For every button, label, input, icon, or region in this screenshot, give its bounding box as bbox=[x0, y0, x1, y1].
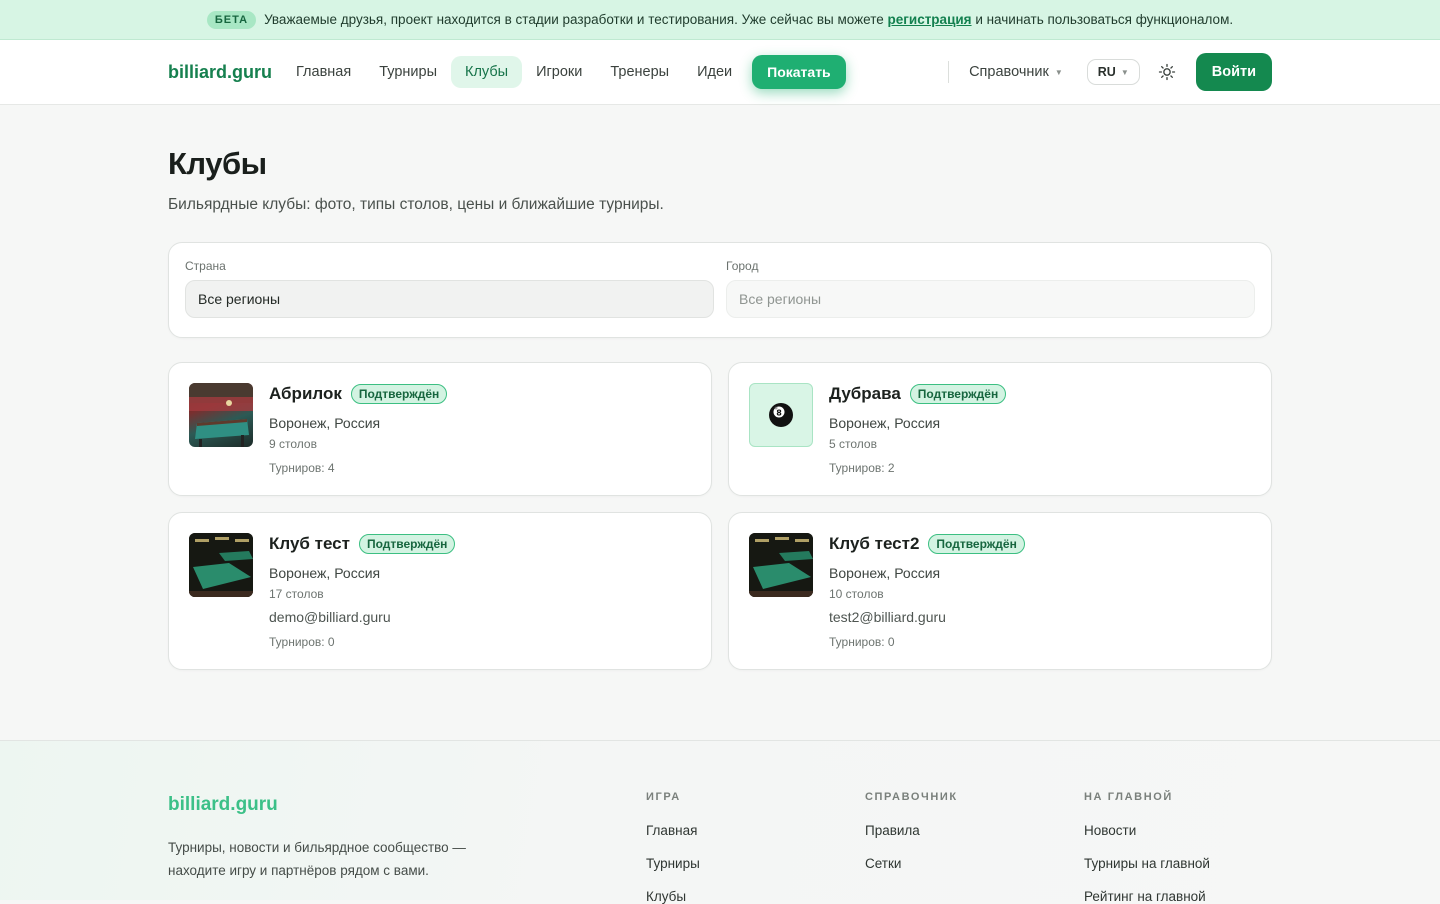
clubs-grid: Абрилок Подтверждён Воронеж, Россия 9 ст… bbox=[168, 362, 1272, 670]
banner-text: Уважаемые друзья, проект находится в ста… bbox=[264, 12, 1233, 27]
club-name: Клуб тест bbox=[269, 534, 350, 553]
city-select[interactable]: Все регионы bbox=[726, 280, 1255, 318]
club-tables-count: 10 столов bbox=[829, 587, 884, 601]
theme-toggle[interactable] bbox=[1154, 59, 1180, 85]
footer-link[interactable]: Турниры bbox=[646, 856, 700, 871]
club-card[interactable]: Клуб тест2 Подтверждён Воронеж, Россия 1… bbox=[728, 512, 1272, 670]
8-ball-icon: 8 bbox=[769, 403, 793, 427]
footer-link[interactable]: Клубы bbox=[646, 889, 700, 904]
nav-players[interactable]: Игроки bbox=[522, 56, 596, 88]
footer-column-title: СПРАВОЧНИК bbox=[865, 791, 958, 803]
country-select[interactable]: Все регионы bbox=[185, 280, 714, 318]
language-select[interactable]: RU ▼ bbox=[1086, 59, 1140, 85]
chevron-down-icon: ▼ bbox=[1054, 67, 1063, 77]
club-card[interactable]: 8 Дубрава Подтверждён Воронеж, Россия 5 … bbox=[728, 362, 1272, 496]
footer-column-title: ИГРА bbox=[646, 791, 681, 803]
play-button[interactable]: Покатать bbox=[752, 55, 846, 89]
club-email[interactable]: demo@billiard.guru bbox=[269, 609, 691, 625]
register-link[interactable]: регистрация bbox=[888, 12, 972, 27]
footer-link[interactable]: Новости bbox=[1084, 823, 1210, 838]
verified-badge: Подтверждён bbox=[358, 534, 456, 554]
beta-badge: БЕТА bbox=[206, 10, 257, 29]
footer-link[interactable]: Главная bbox=[646, 823, 700, 838]
footer-logo[interactable]: billiard.guru bbox=[168, 794, 278, 816]
site-logo[interactable]: billiard.guru bbox=[168, 62, 272, 83]
club-name: Абрилок bbox=[269, 384, 342, 403]
top-header: billiard.guru Главная Турниры Клубы Игро… bbox=[0, 40, 1440, 105]
country-label: Страна bbox=[185, 259, 226, 273]
page-title: Клубы bbox=[168, 146, 267, 181]
country-filter: Страна Все регионы bbox=[185, 259, 714, 321]
club-photo bbox=[189, 533, 253, 597]
club-photo-placeholder: 8 bbox=[749, 383, 813, 447]
club-photo-art bbox=[189, 533, 253, 597]
nav-home[interactable]: Главная bbox=[282, 56, 365, 88]
footer-column-reference: СПРАВОЧНИК Правила Сетки bbox=[865, 791, 958, 871]
club-location: Воронеж, Россия bbox=[269, 565, 381, 581]
city-label: Город bbox=[726, 259, 759, 273]
club-tournaments-count: Турниров: 0 bbox=[829, 635, 895, 649]
footer-link[interactable]: Правила bbox=[865, 823, 958, 838]
login-button[interactable]: Войти bbox=[1195, 53, 1272, 91]
club-location: Воронеж, Россия bbox=[829, 565, 941, 581]
site-footer: billiard.guru Турниры, новости и бильярд… bbox=[0, 740, 1440, 904]
club-photo-art bbox=[189, 383, 253, 447]
banner-text-before: Уважаемые друзья, проект находится в ста… bbox=[264, 12, 884, 27]
banner-text-after: и начинать пользоваться функционалом. bbox=[975, 12, 1234, 27]
club-photo bbox=[189, 383, 253, 447]
verified-badge: Подтверждён bbox=[350, 384, 448, 404]
footer-link[interactable]: Сетки bbox=[865, 856, 958, 871]
nav-tournaments[interactable]: Турниры bbox=[365, 56, 451, 88]
club-tournaments-count: Турниров: 2 bbox=[829, 461, 895, 475]
club-card[interactable]: Абрилок Подтверждён Воронеж, Россия 9 ст… bbox=[168, 362, 712, 496]
filters-panel: Страна Все регионы Город Все регионы bbox=[168, 242, 1272, 338]
beta-banner: БЕТА Уважаемые друзья, проект находится … bbox=[0, 0, 1440, 40]
nav-coaches[interactable]: Тренеры bbox=[596, 56, 683, 88]
footer-column-game: ИГРА Главная Турниры Клубы bbox=[646, 791, 700, 904]
chevron-down-icon: ▼ bbox=[1120, 67, 1129, 77]
main-content: Клубы Бильярдные клубы: фото, типы столо… bbox=[168, 106, 1272, 670]
club-location: Воронеж, Россия bbox=[829, 415, 941, 431]
page-subtitle: Бильярдные клубы: фото, типы столов, цен… bbox=[168, 196, 664, 213]
club-card[interactable]: Клуб тест Подтверждён Воронеж, Россия 17… bbox=[168, 512, 712, 670]
footer-link[interactable]: Рейтинг на главной bbox=[1084, 889, 1210, 904]
header-divider bbox=[948, 61, 950, 83]
verified-badge: Подтверждён bbox=[928, 534, 1025, 554]
club-photo bbox=[749, 533, 813, 597]
club-photo-art bbox=[749, 533, 813, 597]
club-tables-count: 17 столов bbox=[269, 587, 324, 601]
verified-badge: Подтверждён bbox=[909, 384, 1007, 404]
footer-link[interactable]: Турниры на главной bbox=[1084, 856, 1210, 871]
club-tournaments-count: Турниров: 0 bbox=[269, 635, 335, 649]
reference-dropdown[interactable]: Справочник ▼ bbox=[969, 64, 1063, 80]
club-tables-count: 5 столов bbox=[829, 437, 877, 451]
nav-clubs[interactable]: Клубы bbox=[451, 56, 523, 88]
club-name: Клуб тест2 bbox=[829, 534, 920, 553]
reference-label: Справочник bbox=[969, 64, 1049, 80]
main-nav: Главная Турниры Клубы Игроки Тренеры Иде… bbox=[282, 55, 846, 89]
footer-column-title: НА ГЛАВНОЙ bbox=[1084, 791, 1173, 803]
club-location: Воронеж, Россия bbox=[269, 415, 381, 431]
nav-ideas[interactable]: Идеи bbox=[683, 56, 746, 88]
footer-column-home: НА ГЛАВНОЙ Новости Турниры на главной Ре… bbox=[1084, 791, 1210, 904]
club-name: Дубрава bbox=[829, 384, 901, 403]
club-tables-count: 9 столов bbox=[269, 437, 317, 451]
footer-description: Турниры, новости и бильярдное сообщество… bbox=[168, 840, 466, 878]
city-filter: Город Все регионы bbox=[726, 259, 1255, 321]
sun-icon bbox=[1158, 63, 1175, 81]
svg-text:8: 8 bbox=[776, 409, 782, 418]
club-email[interactable]: test2@billiard.guru bbox=[829, 609, 1251, 625]
language-label: RU bbox=[1097, 65, 1116, 79]
club-tournaments-count: Турниров: 4 bbox=[269, 461, 335, 475]
